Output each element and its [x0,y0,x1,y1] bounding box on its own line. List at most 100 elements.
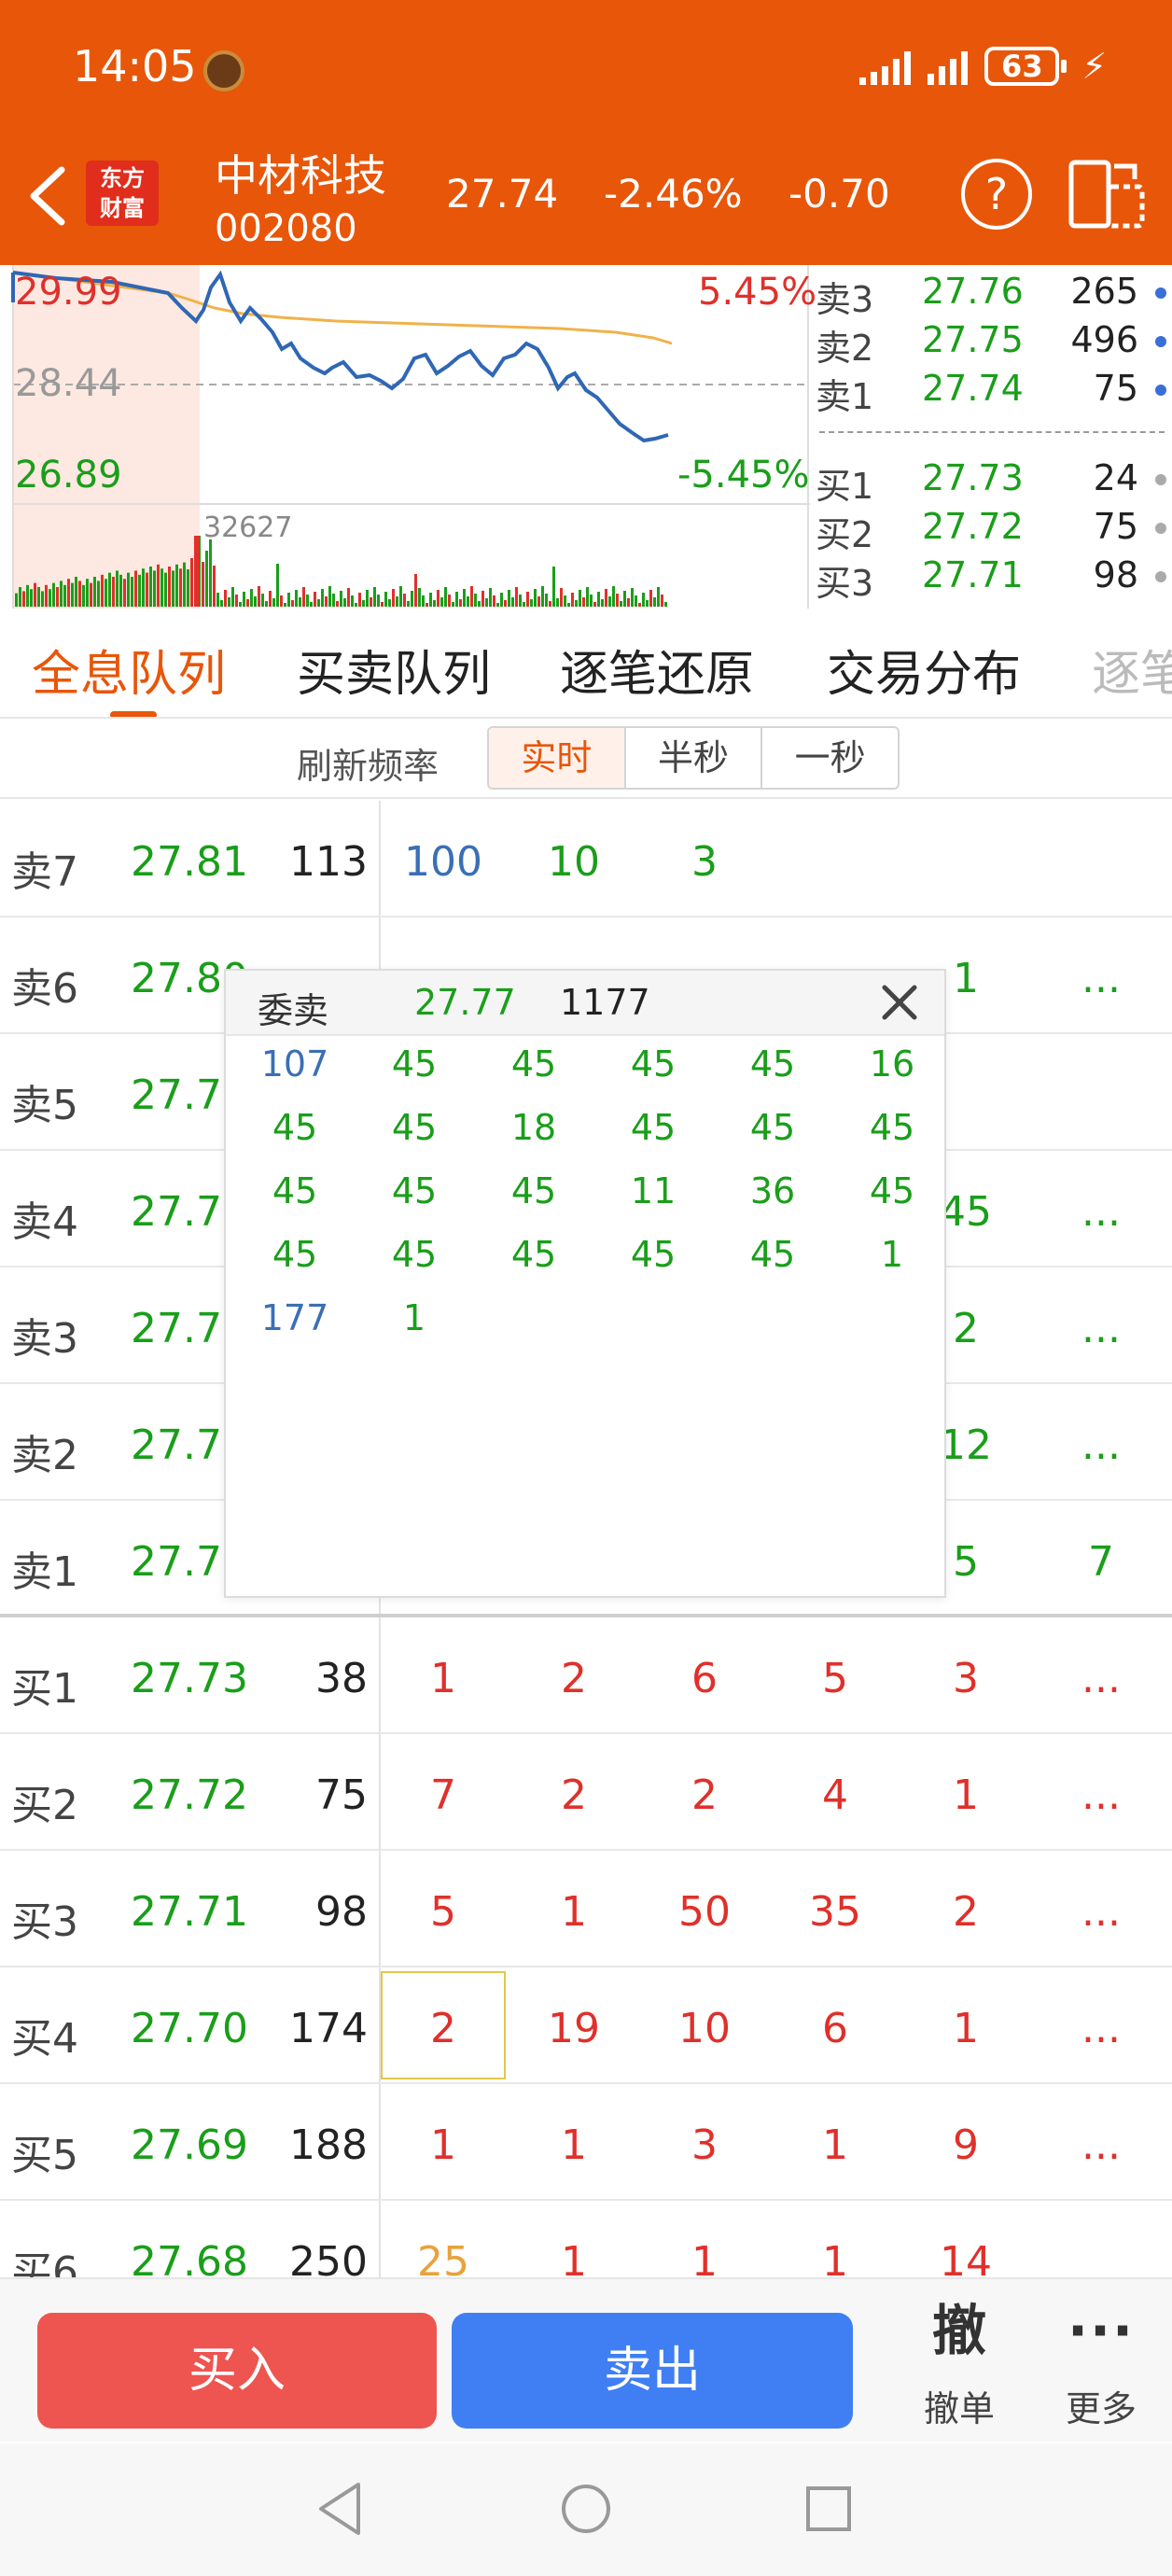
queue-order-cell[interactable]: 1 [509,2238,639,2279]
queue-order-cell[interactable]: ... [1036,1771,1166,1819]
queue-order-cell[interactable]: 2 [509,1771,639,1819]
queue-order-cell[interactable]: ... [1036,1305,1166,1352]
queue-order-cell[interactable]: 6 [639,1655,770,1702]
volume-bar [164,572,167,607]
help-icon[interactable]: ? [961,159,1032,230]
queue-order-cell[interactable]: 6 [770,2005,900,2052]
queue-row[interactable]: 买1 27.73 38 1 2 6 5 3... [0,1617,1172,1734]
queue-order-cell[interactable]: 2 [639,1771,770,1819]
volume-bar [440,597,443,607]
mini-chart-area[interactable]: 29.99 28.44 26.89 5.45% -5.45% 32627 卖3 2… [0,265,1172,609]
tab-trade-distribution[interactable]: 交易分布 [827,635,1021,705]
queue-order-cell[interactable]: 35 [770,1888,900,1936]
quote-row[interactable]: 买2 27.72 75 [812,506,1172,555]
queue-order-cell[interactable]: 5 [378,1888,509,1936]
stock-name[interactable]: 中材科技 [215,142,386,203]
queue-order-cell[interactable]: ... [1036,2121,1166,2169]
cancel-order-button[interactable]: 撤 撤单 [892,2298,1026,2438]
queue-order-cell[interactable]: 7 [1036,1538,1166,1586]
queue-order-cell[interactable]: 100 [378,838,509,886]
level2-quotes[interactable]: 卖3 27.76 265 卖2 27.75 496 卖1 27.74 75 买1 27.73 24 买2… [812,265,1172,609]
tab-full-queue[interactable]: 全息队列 [32,635,226,705]
volume-bar [228,597,230,607]
nav-recents-icon[interactable] [791,2471,866,2546]
queue-order-cell[interactable]: ... [1036,2005,1166,2052]
queue-order-cell[interactable]: 1 [639,2238,770,2279]
queue-order-cell[interactable]: 1 [378,1655,509,1702]
queue-row[interactable]: 买3 27.71 98 5 1 50 35 2... [0,1851,1172,1967]
volume-bar [664,602,667,607]
queue-order-cell[interactable]: 10 [639,2005,770,2052]
queue-order-cell[interactable]: 9 [900,2121,1031,2169]
refresh-half-second-button[interactable]: 半秒 [626,728,763,788]
volume-bar [508,590,510,607]
nav-back-icon[interactable] [304,2471,379,2546]
queue-order-cell[interactable]: 25 [378,2238,509,2279]
queue-order-cell[interactable]: 7 [378,1771,509,1819]
queue-row[interactable]: 买5 27.69 188 1 1 3 1 9... [0,2084,1172,2201]
quote-row[interactable]: 买1 27.73 24 [812,457,1172,507]
queue-row[interactable]: 买2 27.72 75 7 2 2 4 1... [0,1734,1172,1851]
queue-order-cell[interactable]: 2 [900,1888,1031,1936]
status-time: 14:05 [73,41,197,91]
intraday-chart[interactable] [0,265,810,609]
order-detail-popup[interactable]: 委卖 27.77 1177 107 45 45 45 45 16 45 45 18 45 45 45 4… [224,969,946,1598]
tab-tick-more[interactable]: 逐笔 [1092,635,1172,705]
quote-row[interactable]: 卖2 27.75 496 [812,319,1172,369]
more-label: 更多 [1065,2388,1137,2429]
queue-order-cell[interactable]: 3 [900,1655,1031,1702]
nav-home-icon[interactable] [549,2471,623,2546]
volume-bar [549,601,551,607]
queue-order-cell[interactable]: ... [1036,1888,1166,1936]
volume-bar [478,601,481,607]
queue-order-cell[interactable]: 1 [509,2121,639,2169]
buy-button[interactable]: 买入 [37,2313,437,2429]
more-button[interactable]: ··· 更多 [1036,2298,1166,2438]
queue-order-cell[interactable]: ... [1036,955,1166,1002]
volume-bar [381,602,384,607]
queue-order-cell[interactable]: 3 [639,838,770,886]
queue-order-cell[interactable]: 14 [900,2238,1031,2279]
popup-order-cell: 177 [260,1297,329,1338]
queue-order-cell[interactable]: 2 [509,1655,639,1702]
queue-order-cell[interactable]: 19 [509,2005,639,2052]
volume-bar [496,603,499,607]
tab-bid-ask-queue[interactable]: 买卖队列 [297,635,491,705]
refresh-realtime-button[interactable]: 实时 [489,728,626,788]
chart-low-label: 26.89 [15,454,122,497]
tab-tick-restore[interactable]: 逐笔还原 [560,635,754,705]
queue-order-cell[interactable]: 10 [509,838,639,886]
queue-order-cell[interactable]: 50 [639,1888,770,1936]
queue-order-cell[interactable]: ... [1036,1188,1166,1236]
volume-bar [187,569,189,607]
queue-order-cell[interactable]: 1 [770,2238,900,2279]
queue-row[interactable]: 卖7 27.81 113 100 10 3 [0,801,1172,917]
queue-order-cell[interactable]: 1 [770,2121,900,2169]
screen-switch-icon[interactable] [1067,159,1146,230]
queue-order-cell[interactable]: 1 [509,1888,639,1936]
quote-row[interactable]: 卖3 27.76 265 [812,271,1172,320]
queue-row[interactable]: 买4 27.70 174 2 19 10 6 1... [0,1967,1172,2084]
queue-order-cell[interactable]: 1 [900,2005,1031,2052]
refresh-one-second-button[interactable]: 一秒 [762,728,898,788]
queue-row[interactable]: 买6 27.68 250 25 1 1 1 14 [0,2201,1172,2279]
queue-order-cell[interactable]: 5 [770,1655,900,1702]
queue-order-cell[interactable]: 3 [639,2121,770,2169]
sell-button[interactable]: 卖出 [452,2313,853,2429]
queue-order-cell[interactable]: ... [1036,1421,1166,1469]
quote-row[interactable]: 卖1 27.74 75 [812,368,1172,417]
popup-order-cell: 45 [869,1107,915,1148]
queue-volume: 38 [315,1655,368,1702]
volume-bar [411,591,413,607]
close-icon[interactable] [873,976,926,1029]
queue-order-cell[interactable]: ... [1036,1655,1166,1702]
volume-bar [202,562,204,607]
quote-volume: 265 [1070,271,1138,312]
volume-bar [377,595,380,607]
queue-order-cell[interactable]: 1 [900,1771,1031,1819]
queue-order-cell[interactable]: 1 [378,2121,509,2169]
volume-bar [571,593,574,607]
quote-row[interactable]: 买3 27.71 98 [812,554,1172,604]
back-arrow-icon[interactable] [21,159,77,233]
queue-order-cell[interactable]: 4 [770,1771,900,1819]
